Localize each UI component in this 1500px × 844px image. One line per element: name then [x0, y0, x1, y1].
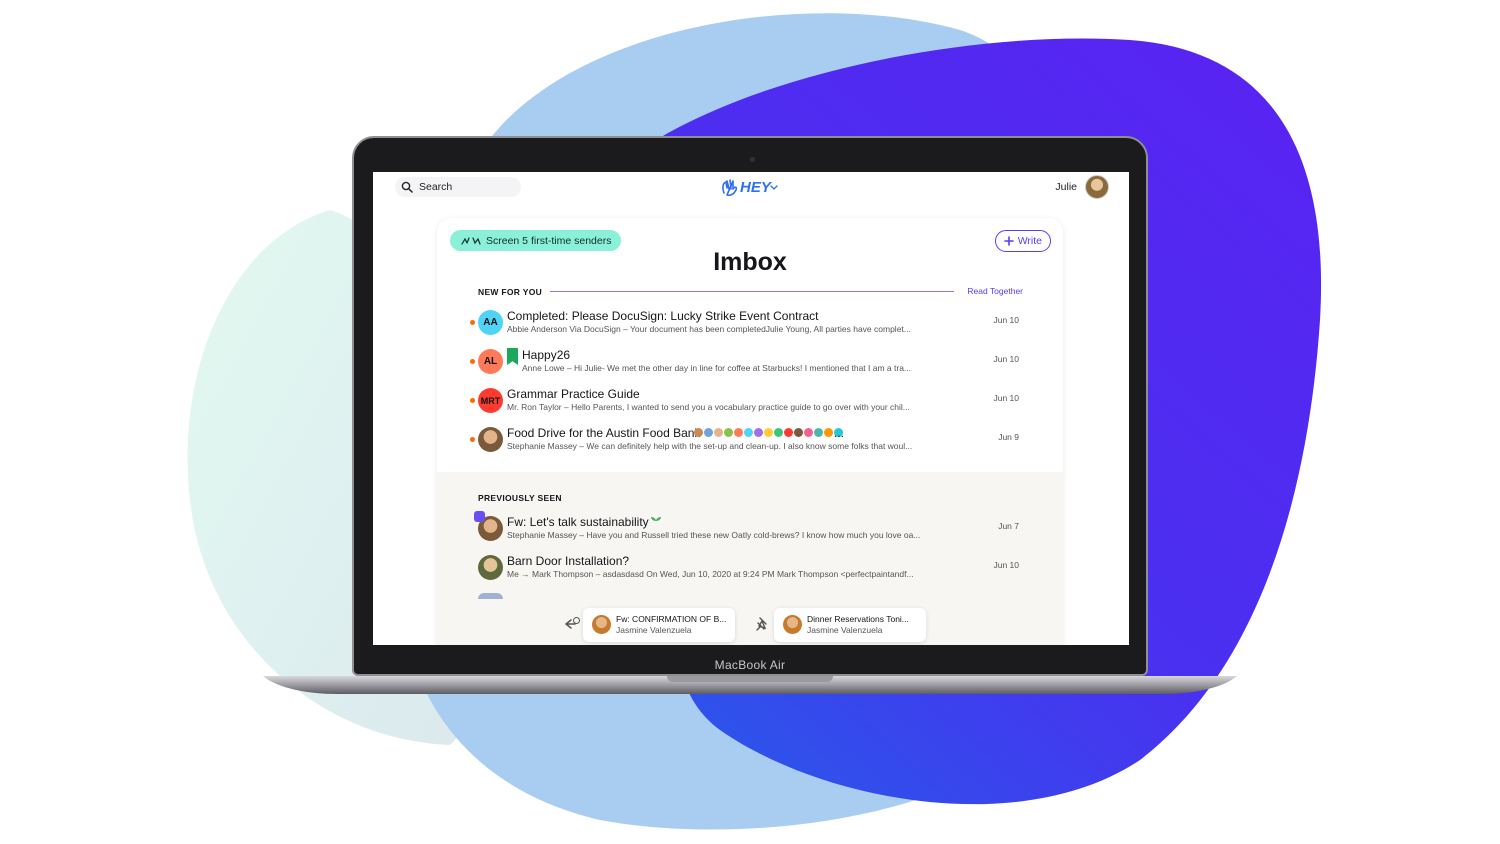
participant-avatar	[774, 428, 783, 437]
email-snippet: Stephanie Massey – Have you and Russell …	[507, 530, 921, 540]
set-aside-card[interactable]: Dinner Reservations Toni... Jasmine Vale…	[774, 608, 926, 642]
app-header: Search HEY Julie	[373, 172, 1129, 202]
hey-logo[interactable]: HEY	[721, 175, 781, 199]
email-row[interactable]: AA Completed: Please DocuSign: Lucky Str…	[467, 309, 1027, 343]
partial-row	[478, 593, 503, 599]
email-row[interactable]: Food Drive for the Austin Food Bank ... …	[467, 426, 1027, 460]
email-subject: Happy26	[522, 348, 571, 362]
email-subject: Completed: Please DocuSign: Lucky Strike…	[507, 309, 819, 323]
laptop-lid: Search HEY Julie Screen 5 first-time sen…	[352, 136, 1148, 676]
new-for-you-heading: NEW FOR YOU	[478, 287, 543, 297]
participant-avatar	[694, 428, 703, 437]
group-badge-icon	[474, 511, 485, 522]
email-date: Jun 10	[993, 354, 1019, 364]
screen-pill-label: Screen 5 first-time senders	[486, 234, 612, 247]
tray-sender: Jasmine Valenzuela	[807, 625, 883, 635]
email-date: Jun 7	[998, 521, 1019, 531]
email-date: Jun 9	[998, 432, 1019, 442]
logo-text: HEY	[740, 179, 773, 196]
search-label: Search	[419, 181, 453, 193]
email-subject: Food Drive for the Austin Food Bank	[507, 426, 701, 440]
page-title: Imbox	[713, 248, 787, 276]
participant-avatar	[814, 428, 823, 437]
participant-avatar	[734, 428, 743, 437]
previously-seen-section: PREVIOUSLY SEEN Fw: Let's talk sustainab…	[437, 472, 1063, 645]
participant-avatar	[794, 428, 803, 437]
participant-avatar	[724, 428, 733, 437]
email-date: Jun 10	[993, 393, 1019, 403]
reply-later-icon[interactable]	[564, 616, 580, 632]
participant-avatar	[764, 428, 773, 437]
email-row[interactable]: Barn Door Installation? Me → Mark Thomps…	[467, 554, 1027, 588]
pin-icon[interactable]	[755, 616, 771, 632]
unread-dot	[470, 359, 475, 364]
hands-icon	[461, 236, 481, 245]
participant-avatar	[714, 428, 723, 437]
avatar	[1085, 175, 1109, 199]
email-snippet: Anne Lowe – Hi Julie- We met the other d…	[522, 363, 911, 373]
avatar: AA	[478, 310, 503, 335]
seedling-icon	[651, 517, 661, 526]
more-participants: ...	[834, 426, 845, 440]
hand-logo-icon: HEY	[722, 179, 778, 197]
email-snippet: Me → Mark Thompson – asdasdasd On Wed, J…	[507, 569, 914, 579]
user-name: Julie	[1055, 181, 1077, 193]
avatar	[478, 427, 503, 452]
participant-avatar	[784, 428, 793, 437]
avatar	[783, 615, 802, 634]
search-icon	[401, 181, 413, 193]
participant-avatar	[804, 428, 813, 437]
bookmark-icon	[507, 348, 518, 365]
unread-dot	[470, 320, 475, 325]
email-subject: Grammar Practice Guide	[507, 387, 640, 401]
participant-avatar	[824, 428, 833, 437]
avatar	[592, 615, 611, 634]
email-date: Jun 10	[993, 315, 1019, 325]
email-snippet: Mr. Ron Taylor – Hello Parents, I wanted…	[507, 402, 910, 412]
screen: Search HEY Julie Screen 5 first-time sen…	[373, 172, 1129, 645]
email-subject: Barn Door Installation?	[507, 554, 630, 568]
camera	[750, 157, 755, 162]
chevron-down-icon	[770, 185, 778, 190]
participant-avatar	[704, 428, 713, 437]
reply-later-card[interactable]: Fw: CONFIRMATION OF B... Jasmine Valenzu…	[583, 608, 735, 642]
user-menu[interactable]: Julie	[1055, 175, 1109, 199]
participant-avatars	[694, 428, 843, 437]
email-date: Jun 10	[993, 560, 1019, 570]
participant-avatar	[744, 428, 753, 437]
read-together-link[interactable]: Read Together	[967, 286, 1023, 296]
email-snippet: Abbie Anderson Via DocuSign – Your docum…	[507, 324, 911, 334]
write-label: Write	[1017, 235, 1042, 247]
marketing-stage: Search HEY Julie Screen 5 first-time sen…	[0, 0, 1500, 844]
participant-avatar	[754, 428, 763, 437]
email-snippet: Stephanie Massey – We can definitely hel…	[507, 441, 913, 451]
imbox-card: Screen 5 first-time senders Write Imbox …	[437, 218, 1063, 645]
tray-title: Fw: CONFIRMATION OF B...	[616, 614, 727, 624]
avatar	[478, 555, 503, 580]
avatar: MRT	[478, 388, 503, 413]
search-button[interactable]: Search	[395, 177, 521, 197]
unread-dot	[470, 398, 475, 403]
previously-seen-heading: PREVIOUSLY SEEN	[478, 493, 562, 503]
tray-sender: Jasmine Valenzuela	[616, 625, 692, 635]
section-divider	[550, 291, 954, 292]
email-subject: Fw: Let's talk sustainability	[507, 515, 649, 529]
device-label: MacBook Air	[714, 658, 786, 672]
email-row[interactable]: Fw: Let's talk sustainability Stephanie …	[467, 511, 1027, 549]
email-row[interactable]: AL Happy26 Anne Lowe – Hi Julie- We met …	[467, 348, 1027, 382]
tray-title: Dinner Reservations Toni...	[807, 614, 909, 624]
unread-dot	[470, 437, 475, 442]
avatar: AL	[478, 349, 503, 374]
plus-icon	[1003, 236, 1014, 246]
email-row[interactable]: MRT Grammar Practice Guide Mr. Ron Taylo…	[467, 387, 1027, 421]
